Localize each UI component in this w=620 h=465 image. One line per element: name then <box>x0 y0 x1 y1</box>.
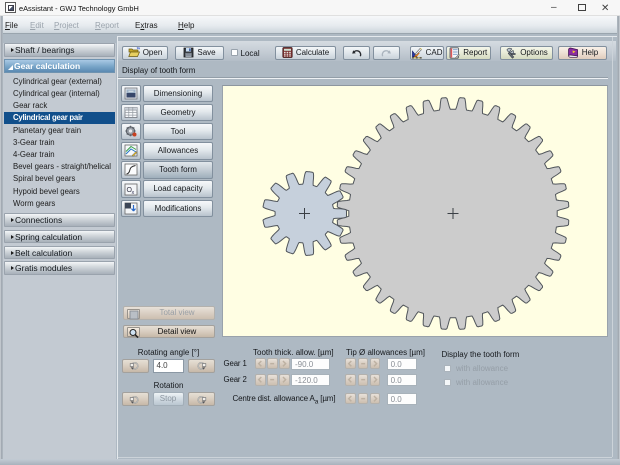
svg-text:x: x <box>131 190 134 196</box>
